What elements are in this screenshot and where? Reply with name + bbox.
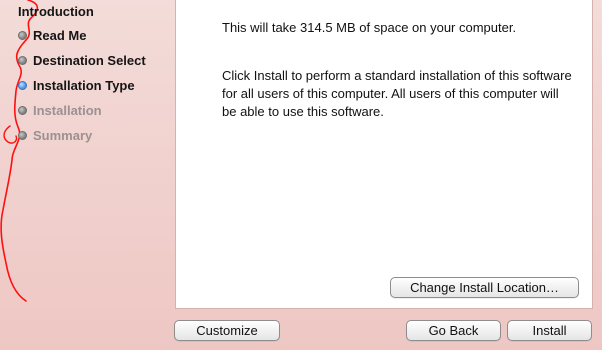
sidebar-step-installation-type: Installation Type <box>18 76 135 94</box>
customize-button[interactable]: Customize <box>174 320 280 341</box>
step-label: Destination Select <box>33 52 146 68</box>
installer-sidebar: Introduction Read Me Destination Select … <box>0 0 170 350</box>
upcoming-step-icon <box>18 130 27 140</box>
installation-type-panel: This will take 314.5 MB of space on your… <box>175 0 593 309</box>
sidebar-step-installation: Installation <box>18 101 102 119</box>
completed-step-icon <box>18 55 27 65</box>
space-required-message: This will take 314.5 MB of space on your… <box>222 20 517 35</box>
step-label: Summary <box>33 127 93 143</box>
go-back-button-label: Go Back <box>428 323 479 338</box>
step-label: Installation Type <box>33 77 135 93</box>
sidebar-step-introduction: Introduction <box>18 2 94 20</box>
sidebar-step-destination-select: Destination Select <box>18 51 146 69</box>
install-button-label: Install <box>532 323 567 338</box>
change-install-location-button[interactable]: Change Install Location… <box>390 277 579 298</box>
install-button[interactable]: Install <box>507 320 592 341</box>
step-label: Installation <box>33 102 102 118</box>
current-step-icon <box>18 80 27 90</box>
step-label: Introduction <box>18 3 94 19</box>
go-back-button[interactable]: Go Back <box>406 320 501 341</box>
upcoming-step-icon <box>18 105 27 115</box>
customize-button-label: Customize <box>196 323 258 338</box>
standard-installation-message: Click Install to perform a standard inst… <box>222 68 572 119</box>
step-label: Read Me <box>33 27 87 43</box>
sidebar-step-summary: Summary <box>18 126 92 144</box>
sidebar-step-read-me: Read Me <box>18 26 86 44</box>
completed-step-icon <box>18 30 27 40</box>
change-install-location-label: Change Install Location… <box>410 280 559 295</box>
